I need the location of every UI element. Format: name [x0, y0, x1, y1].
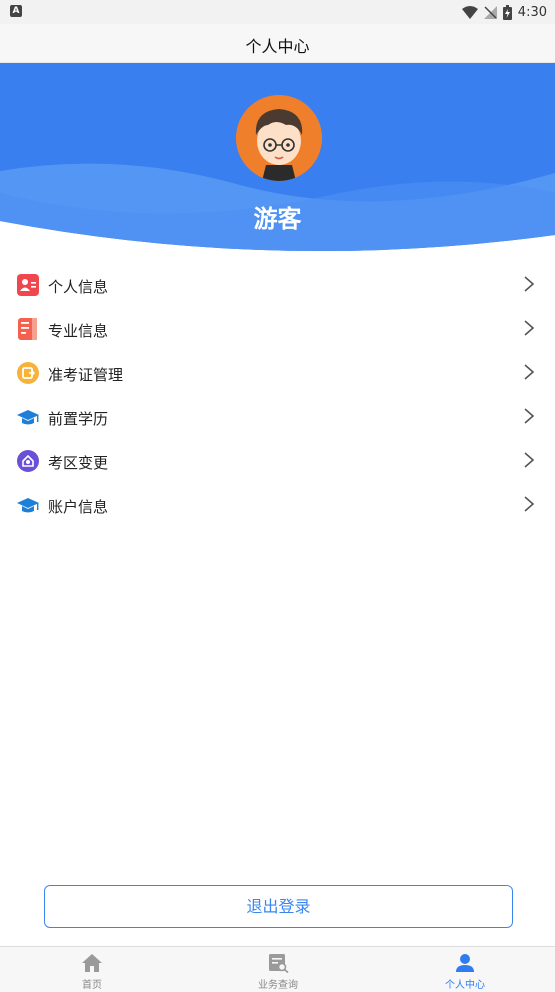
menu-item-admission-ticket[interactable]: 准考证管理	[0, 352, 555, 396]
status-bar: A 4:30	[0, 0, 555, 24]
bottom-tab-bar: 首页 业务查询 个人中心	[0, 946, 555, 992]
menu-item-label: 考区变更	[48, 454, 109, 472]
chevron-right-icon	[524, 408, 535, 424]
tab-home[interactable]: 首页	[32, 947, 152, 992]
page-title: 个人中心	[245, 37, 310, 56]
avatar[interactable]	[236, 95, 322, 181]
menu-item-account-info[interactable]: 账户信息	[0, 484, 555, 528]
battery-charging-icon	[502, 4, 512, 20]
avatar-illustration-icon	[236, 95, 322, 181]
menu-item-major-info[interactable]: 专业信息	[0, 308, 555, 352]
status-icons: 4:30	[461, 0, 547, 24]
graduation-cap-icon	[17, 498, 39, 513]
tab-business-query[interactable]: 业务查询	[218, 947, 338, 992]
profile-hero: 游客	[0, 63, 555, 255]
username: 游客	[253, 205, 302, 233]
status-time: 4:30	[517, 4, 547, 20]
menu-item-exam-area-change[interactable]: 考区变更	[0, 440, 555, 484]
chevron-right-icon	[524, 452, 535, 468]
menu-list: 个人信息 专业信息 准考证管理 前置学历 考区变更 账户信息	[0, 264, 555, 528]
wifi-icon	[461, 5, 478, 19]
chevron-right-icon	[524, 496, 535, 512]
chevron-right-icon	[524, 276, 535, 292]
home-icon	[82, 954, 102, 972]
menu-item-prior-education[interactable]: 前置学历	[0, 396, 555, 440]
tab-label: 个人中心	[445, 980, 485, 991]
menu-item-label: 前置学历	[48, 410, 109, 428]
user-icon	[456, 954, 474, 972]
location-icon	[17, 450, 39, 472]
logout-button[interactable]: 退出登录	[44, 885, 513, 928]
no-signal-icon	[483, 5, 497, 19]
tab-label: 业务查询	[258, 980, 298, 991]
tab-label: 首页	[82, 980, 102, 991]
tab-personal-center[interactable]: 个人中心	[405, 947, 525, 992]
search-document-icon	[269, 954, 289, 973]
chevron-right-icon	[524, 364, 535, 380]
menu-item-label: 个人信息	[48, 278, 109, 296]
menu-item-label: 账户信息	[48, 498, 109, 516]
menu-item-label: 专业信息	[48, 322, 109, 340]
menu-item-label: 准考证管理	[48, 366, 124, 384]
app-header: 个人中心	[0, 24, 555, 63]
menu-item-personal-info[interactable]: 个人信息	[0, 264, 555, 308]
id-card-icon	[17, 274, 39, 296]
chevron-right-icon	[524, 320, 535, 336]
notification-badge-icon: A	[10, 5, 22, 17]
graduation-cap-icon	[17, 410, 39, 425]
ticket-icon	[17, 362, 39, 384]
book-icon	[18, 318, 37, 340]
